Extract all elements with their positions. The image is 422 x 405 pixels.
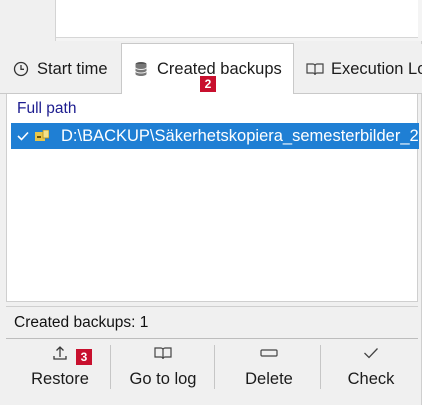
tab-created-backups[interactable]: Created backups 2 [121,43,294,94]
backup-window: Start time Created backups 2 Execution L… [0,0,422,405]
status-text: Created backups: 1 [14,313,149,331]
restore-label: Restore [31,370,89,388]
check-label: Check [347,370,395,388]
annotation-badge-restore: 3 [76,349,92,365]
tab-execution-log-label: Execution Lo [331,59,422,78]
dash-icon [260,345,278,361]
bottom-toolbar: Restore 3 Go to log Delete Check [6,339,418,399]
check-button[interactable]: Check [324,339,418,399]
book-icon [306,60,324,78]
delete-button[interactable]: Delete [216,339,322,399]
top-left-block [0,0,56,41]
tab-execution-log[interactable]: Execution Lo [296,44,422,94]
backup-folder-icon [35,130,51,142]
toolbar-separator [320,345,321,389]
list-item[interactable]: D:\BACKUP\Säkerhetskopiera_semesterbilde… [11,123,419,149]
database-icon [132,60,150,78]
book-icon [154,345,172,361]
tab-start-time-label: Start time [37,59,108,78]
toolbar-separator [214,345,215,389]
checkmark-icon[interactable] [17,131,33,141]
upload-icon [51,345,69,361]
clock-icon [12,60,30,78]
annotation-badge-tab: 2 [200,76,216,92]
backup-list: Full path D:\BACKUP\Säkerhetskopiera_sem… [6,94,419,302]
delete-label: Delete [245,370,293,388]
tab-start-time[interactable]: Start time [2,44,120,94]
row-path: D:\BACKUP\Säkerhetskopiera_semesterbilde… [61,126,419,145]
checkmark-icon [362,345,380,361]
top-strip [0,0,422,41]
status-bar: Created backups: 1 [6,306,418,338]
toolbar-separator [110,345,111,389]
tab-created-backups-label: Created backups [157,59,282,78]
go-to-log-label: Go to log [129,370,197,388]
column-header-full-path[interactable]: Full path [17,100,76,118]
restore-button[interactable]: Restore 3 [14,339,106,399]
go-to-log-button[interactable]: Go to log [113,339,213,399]
top-input-field[interactable] [56,0,418,38]
tab-bar: Start time Created backups 2 Execution L… [0,43,422,94]
